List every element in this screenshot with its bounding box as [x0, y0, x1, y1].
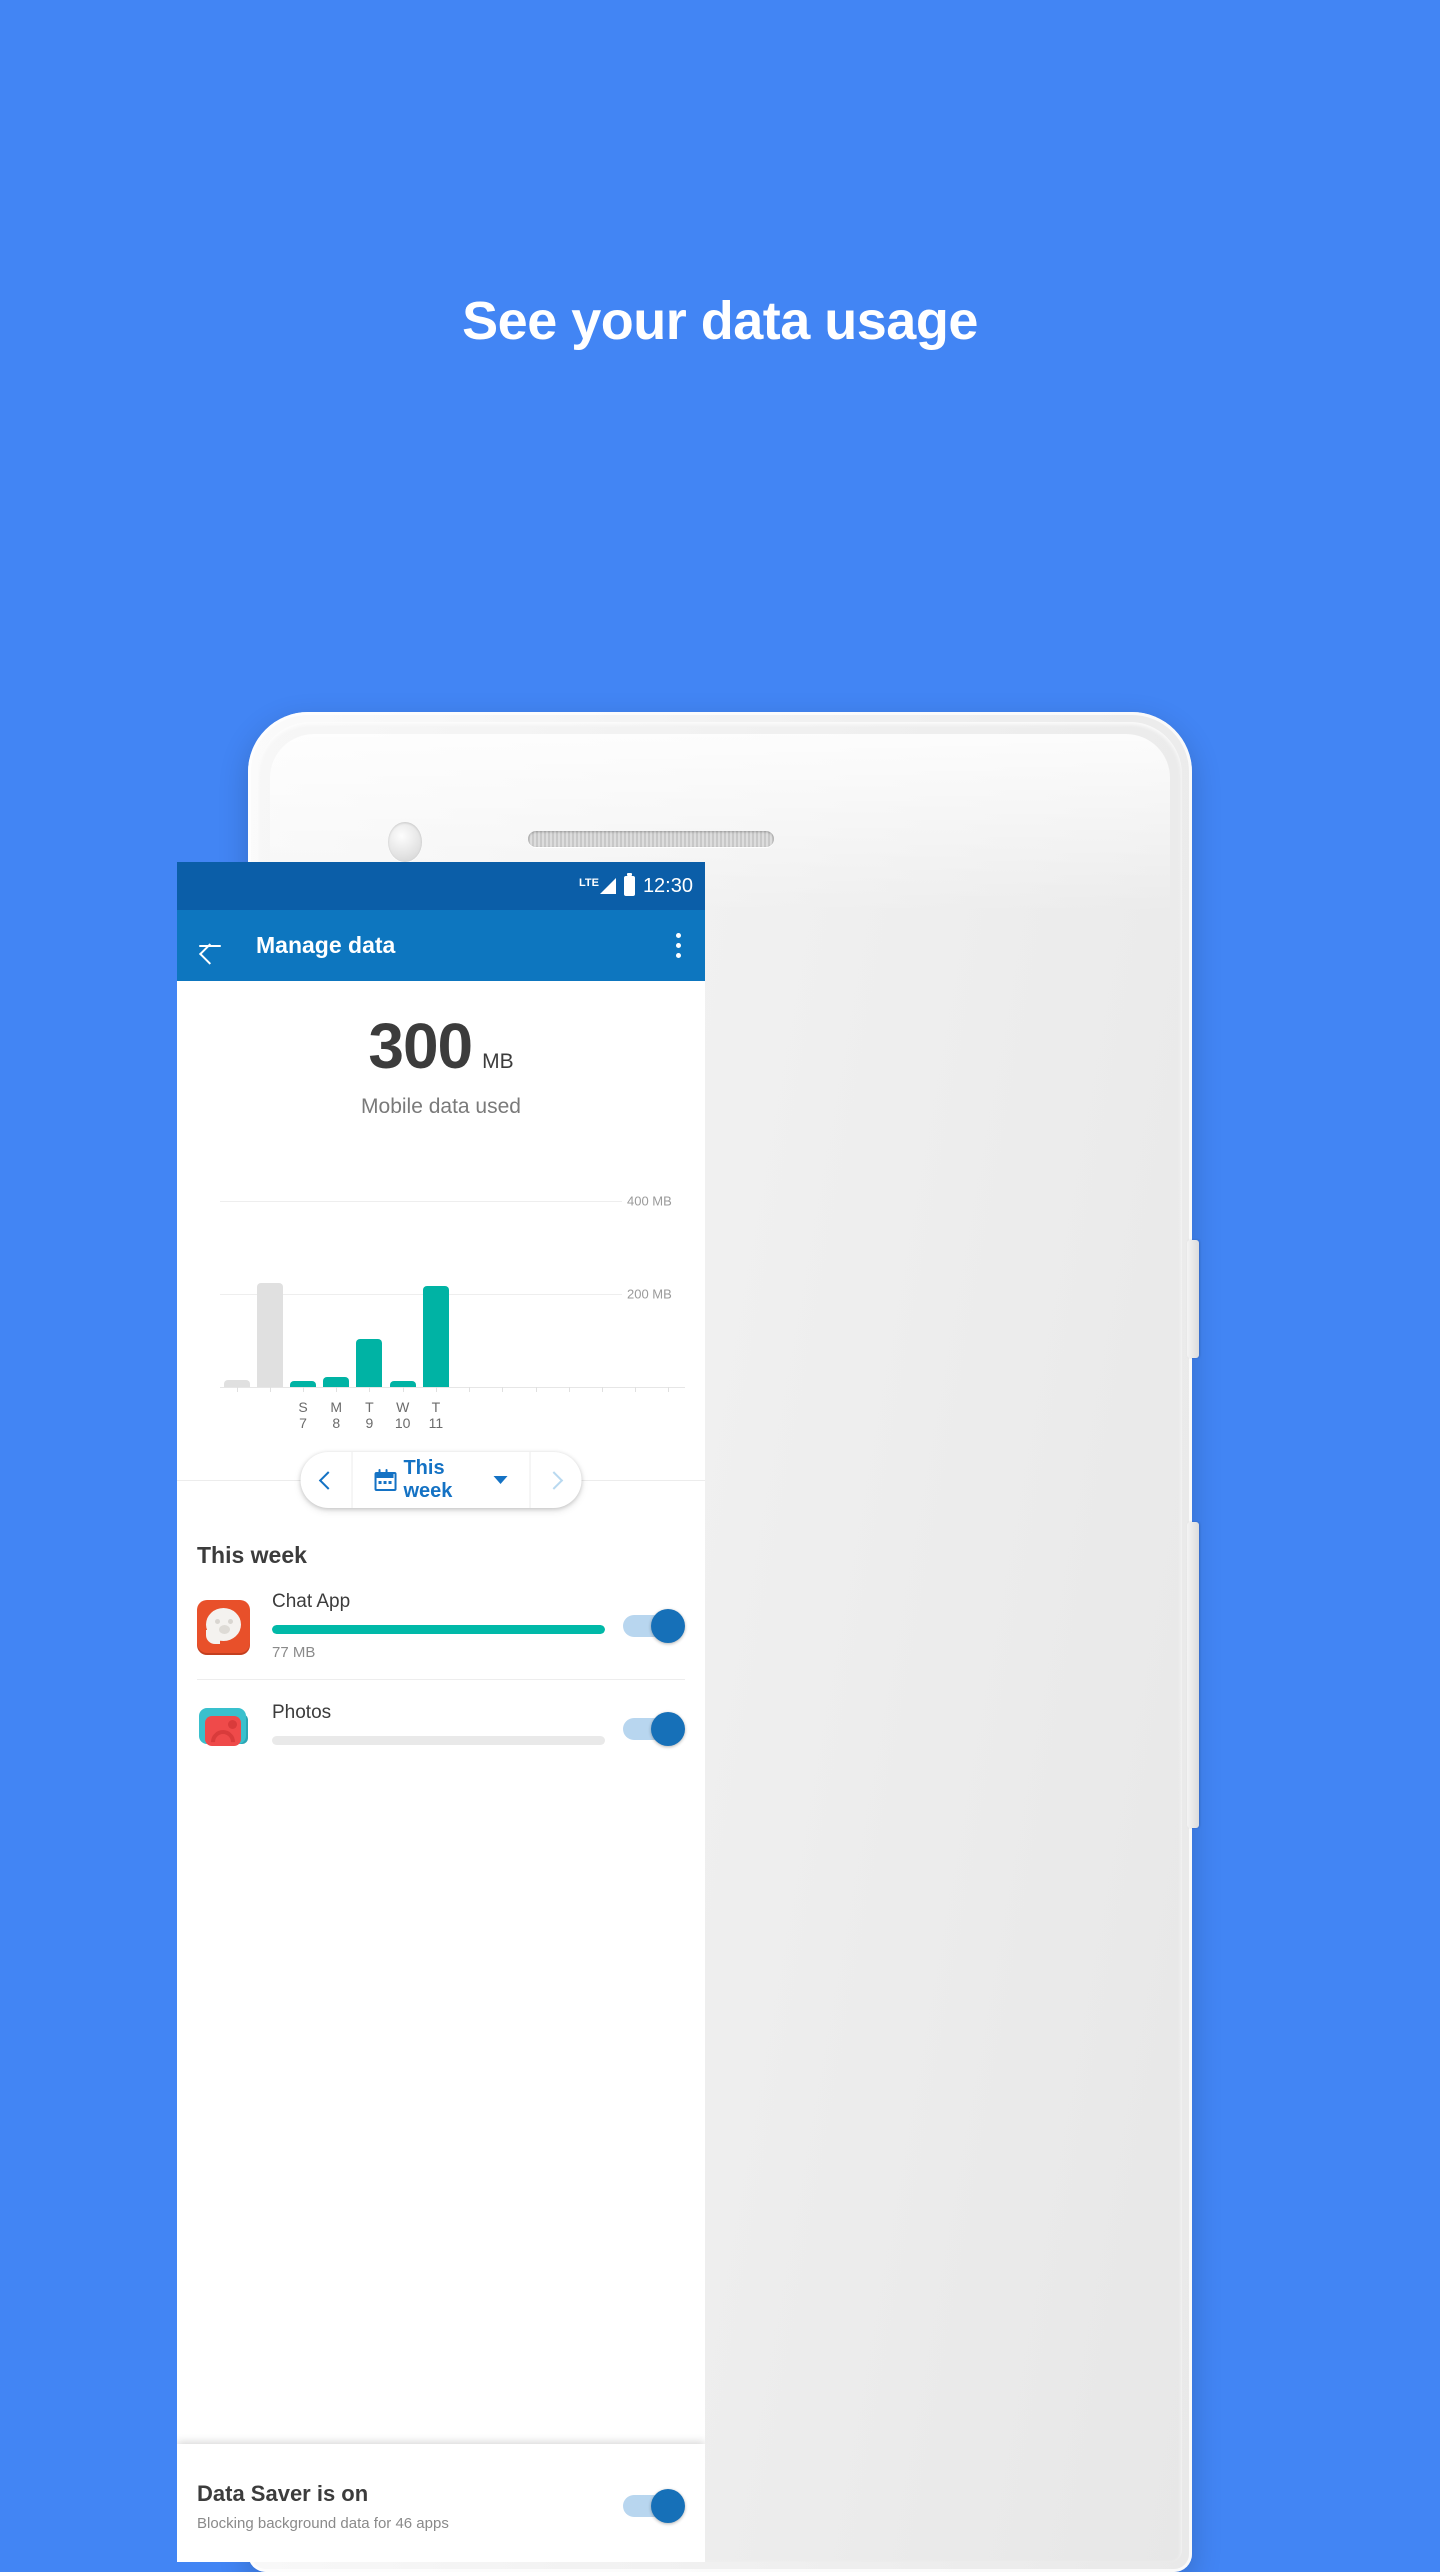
chart-bar[interactable]: [389, 1380, 416, 1387]
app-list-heading: This week: [197, 1542, 307, 1568]
chart-x-labels: S 7 M 8 T 9 W 10 T 11: [177, 1388, 705, 1442]
app-name: Photos: [272, 1702, 332, 1723]
data-usage-chart[interactable]: S 7 M 8 T 9 W 10 T 11 400 MB 200 MB: [177, 1163, 705, 1431]
app-usage-bar: [272, 1736, 605, 1745]
chart-axis-tick: [535, 1387, 537, 1392]
volume-rocker-button[interactable]: [1187, 1522, 1199, 1828]
list-item-body: Chat App 77 MB: [272, 1591, 605, 1661]
lte-label: LTE: [578, 877, 599, 889]
chart-gridline-label: 400 MB: [627, 1193, 672, 1208]
data-saver-title: Data Saver is on: [197, 2480, 369, 2506]
chart-axis-tick: [601, 1387, 603, 1392]
phone-screen: LTE 12:30 Manage data 300 MB Mobile data …: [177, 862, 705, 2562]
chart-axis-tick: [469, 1387, 471, 1392]
chart-axis-tick: [336, 1387, 338, 1392]
app-usage-size: 77 MB: [272, 1644, 316, 1661]
usage-amount: 300: [368, 1010, 473, 1082]
calendar-icon: [374, 1469, 397, 1491]
data-saver-banner: Data Saver is on Blocking background dat…: [177, 2444, 705, 2562]
chart-bar[interactable]: [323, 1376, 350, 1387]
overflow-menu-icon[interactable]: [675, 933, 681, 958]
chart-bar[interactable]: [256, 1282, 283, 1387]
toggle-knob: [651, 2489, 685, 2523]
list-item-body: Photos: [272, 1702, 605, 1755]
chart-x-date: 9: [365, 1414, 374, 1431]
app-name: Chat App: [272, 1591, 351, 1612]
status-bar-clock: 12:30: [642, 874, 693, 897]
chart-gridline: [220, 1200, 622, 1202]
front-camera-icon: [388, 822, 422, 862]
app-data-toggle[interactable]: [623, 1609, 685, 1643]
chart-axis-tick: [303, 1387, 305, 1392]
chart-axis-tick: [402, 1387, 404, 1392]
date-selector: This week: [300, 1452, 582, 1508]
app-data-toggle[interactable]: [623, 1711, 685, 1746]
photos-app-icon: [197, 1702, 250, 1759]
back-arrow-icon[interactable]: [195, 931, 225, 961]
chevron-left-icon: [318, 1470, 338, 1490]
signal-bars-icon: [599, 878, 616, 894]
next-period-button[interactable]: [529, 1452, 582, 1508]
period-dropdown-button[interactable]: This week: [352, 1452, 529, 1508]
chevron-right-icon: [544, 1470, 564, 1490]
chart-x-day: W: [396, 1399, 410, 1415]
toggle-knob: [651, 1711, 685, 1746]
chart-gridline-label: 200 MB: [627, 1286, 672, 1302]
chart-bar[interactable]: [290, 1381, 317, 1387]
chart-axis-tick: [635, 1387, 637, 1392]
app-bar: Manage data: [177, 910, 705, 981]
usage-unit: MB: [482, 1050, 514, 1073]
chart-x-date: 8: [332, 1414, 341, 1431]
chart-x-date: 7: [299, 1414, 307, 1431]
usage-caption: Mobile data used: [361, 1095, 521, 1118]
app-usage-bar-fill: [272, 1625, 605, 1634]
selected-period-label: This week: [403, 1457, 453, 1502]
chart-x-date: 10: [394, 1414, 411, 1431]
data-saver-text: Data Saver is on Blocking background dat…: [197, 2481, 605, 2532]
previous-period-button[interactable]: [301, 1452, 353, 1508]
list-item[interactable]: Photos: [177, 1680, 705, 1759]
power-button[interactable]: [1187, 1240, 1199, 1358]
chart-x-day: T: [365, 1399, 374, 1415]
chart-axis-tick: [502, 1387, 504, 1392]
chart-bar[interactable]: [356, 1338, 383, 1387]
chart-bar[interactable]: [422, 1286, 449, 1387]
chart-x-day: M: [330, 1399, 343, 1415]
chart-x-day: S: [298, 1399, 308, 1415]
data-saver-subtitle: Blocking background data for 46 apps: [197, 2514, 449, 2532]
chart-axis-tick: [568, 1387, 570, 1392]
chart-bar[interactable]: [223, 1380, 250, 1387]
page-title: See your data usage: [462, 291, 978, 351]
chart-axis-tick: [236, 1387, 238, 1392]
list-item[interactable]: Chat App 77 MB: [177, 1569, 705, 1661]
chart-axis-tick: [269, 1387, 271, 1392]
app-usage-bar: [272, 1625, 605, 1634]
status-bar: LTE 12:30: [177, 862, 705, 910]
usage-summary: 300 MB Mobile data used: [177, 981, 705, 1119]
chart-axis-tick: [668, 1387, 670, 1392]
chat-app-icon: [197, 1599, 250, 1653]
chart-x-label: T 11: [414, 1399, 458, 1431]
toggle-knob: [651, 1609, 685, 1643]
battery-icon: [623, 873, 635, 896]
chart-axis-tick: [369, 1387, 371, 1392]
chart-x-day: T: [431, 1399, 441, 1415]
earpiece-speaker-icon: [528, 831, 774, 847]
chevron-down-icon: [493, 1476, 508, 1484]
app-bar-title: Manage data: [256, 932, 396, 958]
data-saver-toggle[interactable]: [623, 2489, 685, 2523]
date-selector-row: This week: [177, 1452, 705, 1508]
chart-axis-tick: [435, 1387, 437, 1392]
signal-icon: LTE: [579, 878, 616, 894]
chart-x-date: 11: [428, 1414, 444, 1431]
